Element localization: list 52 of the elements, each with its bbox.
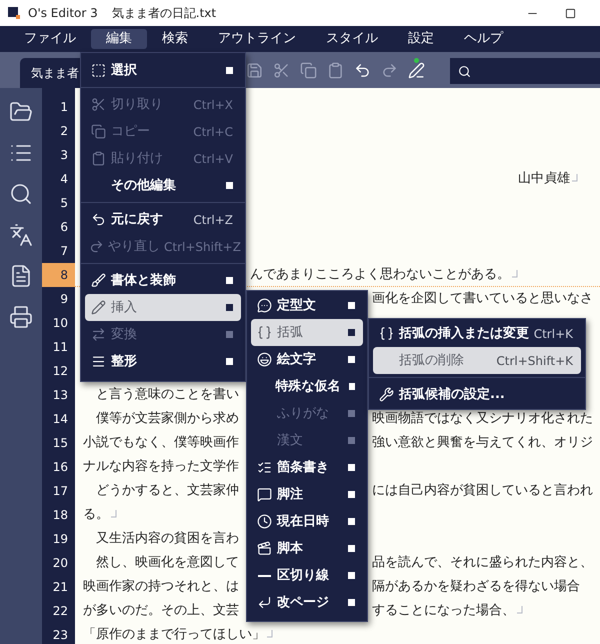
text-line: することになった場合、 (372, 603, 515, 618)
line-number: 10 (52, 315, 69, 332)
text-line: 映画作家の持つそれと、は (83, 579, 239, 594)
line-number: 23 (52, 627, 69, 644)
line-number: 5 (59, 195, 69, 212)
shortcut-label: Ctrl+Shift+K (496, 352, 573, 370)
text-line: 又生活内容の貧困を言わ (95, 531, 239, 546)
text-line: んであまりこころよく思わないことがある。 (250, 266, 510, 282)
text-line: が多いのだ。その上、文芸 (83, 603, 239, 618)
text-line: と言う意味のことを書い (95, 387, 239, 402)
document-title: 気まま者の日記.txt (112, 5, 216, 22)
line-number: 16 (52, 459, 69, 476)
line-number: 1 (59, 99, 69, 116)
line-number: 4 (59, 171, 69, 188)
text-line: 強い意欲と興奮を与えてくれ、オリジ (372, 435, 593, 450)
text-line: る。 (83, 507, 109, 522)
shortcut-label: Ctrl+Shift+Z (164, 238, 241, 256)
text-line: 品を読んで、それに盛られた内容と、 (372, 555, 593, 570)
text-line: 僕等が文芸家側から求め (95, 411, 239, 426)
line-number: 3 (59, 147, 69, 164)
text-line: には自己内容が貧困していると言われ (372, 483, 593, 498)
text-line: どうかすると、文芸家仲 (95, 483, 239, 498)
line-number: 11 (52, 339, 69, 356)
app-title: O's Editor 3 (28, 5, 98, 22)
line-number: 9 (59, 291, 69, 308)
shortcut-label: Ctrl+V (193, 150, 233, 168)
line-number: 14 (52, 411, 69, 428)
line-number: 21 (52, 579, 69, 596)
shortcut-label: Ctrl+X (193, 96, 233, 114)
line-number: 22 (52, 603, 69, 620)
text-line: 隔があるかを疑わざるを得ない場合 (372, 579, 580, 594)
text-line: 映画物語ではなく又シナリオ化された (372, 411, 593, 426)
shortcut-label: Ctrl+C (193, 124, 233, 140)
line-number: 18 (52, 507, 69, 524)
text-line: ナルな内容を持った文学作 (83, 459, 239, 474)
text-line: 「原作のままで行ってほしい」 (83, 627, 265, 642)
line-number: 17 (52, 483, 69, 500)
line-number: 7 (59, 243, 69, 260)
line-number: 13 (52, 387, 69, 404)
text-line: 山中貞雄 (518, 171, 570, 186)
line-number: 20 (52, 555, 69, 572)
line-number: 8 (42, 263, 75, 287)
shortcut-label: Ctrl+Z (193, 212, 233, 228)
line-number: 15 (52, 435, 69, 452)
shortcut-label: Ctrl+K (534, 326, 573, 342)
line-number: 2 (59, 123, 69, 140)
text-line: 小説でもなく、僕等映画作 (83, 435, 239, 450)
text-line: 画化を企図して書いていると思いなさ (372, 291, 593, 306)
text-line: 然し、映画化を意図して (95, 555, 239, 570)
line-number: 19 (52, 531, 69, 548)
line-number: 12 (52, 363, 69, 380)
line-number: 6 (59, 219, 69, 236)
